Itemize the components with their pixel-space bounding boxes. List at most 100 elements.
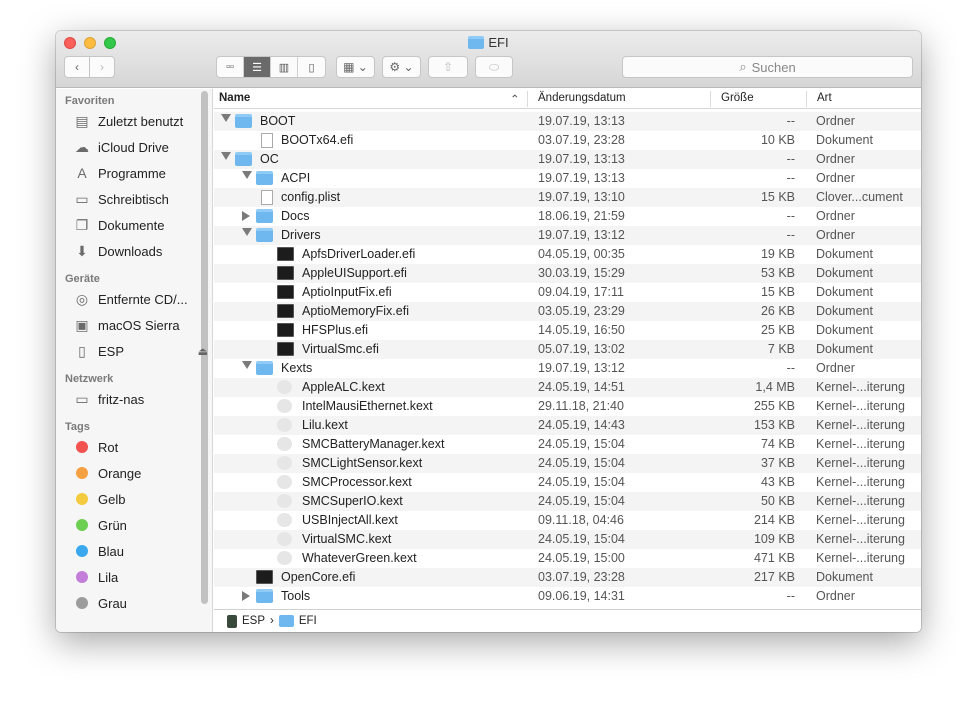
kext-icon — [277, 475, 292, 489]
sidebar-item-label: Programme — [98, 165, 166, 181]
column-date[interactable]: Änderungsdatum — [538, 92, 626, 104]
table-row[interactable]: SMCProcessor.kext 24.05.19, 15:04 43 KB Ker… — [214, 473, 921, 492]
sidebar-item[interactable]: ◎ Entfernte CD/... — [73, 289, 208, 309]
table-row[interactable]: SMCSuperIO.kext 24.05.19, 15:04 50 KB Kerne… — [214, 492, 921, 511]
table-row[interactable]: HFSPlus.efi 14.05.19, 16:50 25 KB Dokument — [214, 321, 921, 340]
list-view-button[interactable]: ☰ — [244, 57, 271, 77]
tag-icon: ⬭ — [488, 59, 500, 74]
file-name: SMCLightSensor.kext — [302, 456, 423, 470]
table-row[interactable]: Kexts 19.07.19, 13:12 -- Ordner — [214, 359, 921, 378]
disclosure-triangle-icon[interactable] — [242, 211, 250, 221]
sidebar-item[interactable]: ▯ ESP ⏏ — [73, 341, 208, 361]
table-row[interactable]: AptioInputFix.efi 09.04.19, 17:11 15 KB Dok… — [214, 283, 921, 302]
table-row[interactable]: AppleALC.kext 24.05.19, 14:51 1,4 MB Kernel… — [214, 378, 921, 397]
file-date: 19.07.19, 13:12 — [538, 361, 625, 375]
disclosure-triangle-icon[interactable] — [221, 114, 231, 122]
sidebar-item[interactable]: Blau — [73, 541, 208, 561]
group-button[interactable]: ▦ ⌄ — [336, 56, 375, 78]
table-row[interactable]: config.plist 19.07.19, 13:10 15 KB Clover..… — [214, 188, 921, 207]
file-name: AppleALC.kext — [302, 380, 385, 394]
eject-icon[interactable]: ⏏ — [198, 345, 208, 358]
sidebar-section-title: Geräte — [65, 273, 100, 285]
search-input[interactable]: ⌕ Suchen — [622, 56, 913, 78]
file-size: -- — [786, 361, 795, 375]
table-row[interactable]: OC 19.07.19, 13:13 -- Ordner — [214, 150, 921, 169]
table-row[interactable]: ApfsDriverLoader.efi 04.05.19, 00:35 19 KB… — [214, 245, 921, 264]
tag-color-icon — [76, 571, 88, 583]
file-size: 7 KB — [767, 342, 795, 356]
file-date: 19.07.19, 13:10 — [538, 190, 625, 204]
column-view-button[interactable]: ▥ — [271, 57, 298, 77]
table-row[interactable]: BOOT 19.07.19, 13:13 -- Ordner — [214, 112, 921, 131]
file-size: 217 KB — [753, 570, 795, 584]
table-row[interactable]: VirtualSmc.efi 05.07.19, 13:02 7 KB Dokumen… — [214, 340, 921, 359]
file-size: -- — [786, 152, 795, 166]
table-row[interactable]: VirtualSMC.kext 24.05.19, 15:04 109 KB Kern… — [214, 530, 921, 549]
executable-icon — [277, 323, 294, 337]
column-name[interactable]: Name — [219, 92, 250, 104]
sidebar-item-label: macOS Sierra — [98, 317, 180, 333]
table-row[interactable]: IntelMausiEthernet.kext 29.11.18, 21:40 25… — [214, 397, 921, 416]
path-item[interactable]: EFI — [299, 615, 317, 627]
table-row[interactable]: SMCLightSensor.kext 24.05.19, 15:04 37 KB K… — [214, 454, 921, 473]
sidebar-item[interactable]: ▣ macOS Sierra — [73, 315, 208, 335]
disclosure-triangle-icon[interactable] — [221, 152, 231, 160]
sidebar-item[interactable]: A Programme — [73, 163, 208, 183]
share-button[interactable]: ⇧ — [428, 56, 468, 78]
tag-button[interactable]: ⬭ — [475, 56, 513, 78]
sidebar-item[interactable]: Grau — [73, 593, 208, 613]
path-separator: › — [270, 615, 274, 627]
sidebar-item[interactable]: Grün — [73, 515, 208, 535]
sidebar-item[interactable]: Rot — [73, 437, 208, 457]
table-row[interactable]: USBInjectAll.kext 09.11.18, 04:46 214 KB Ke… — [214, 511, 921, 530]
table-row[interactable]: Lilu.kext 24.05.19, 14:43 153 KB Kernel-...… — [214, 416, 921, 435]
disclosure-triangle-icon[interactable] — [242, 171, 252, 179]
file-date: 03.05.19, 23:29 — [538, 304, 625, 318]
table-row[interactable]: Tools 09.06.19, 14:31 -- Ordner — [214, 587, 921, 606]
file-date: 19.07.19, 13:13 — [538, 171, 625, 185]
table-row[interactable]: ACPI 19.07.19, 13:13 -- Ordner — [214, 169, 921, 188]
file-date: 09.11.18, 04:46 — [538, 513, 624, 527]
folder-icon — [256, 209, 273, 223]
table-row[interactable]: BOOTx64.efi 03.07.19, 23:28 10 KB Dokument — [214, 131, 921, 150]
sidebar-item[interactable]: ▭ fritz-nas — [73, 389, 208, 409]
table-row[interactable]: OpenCore.efi 03.07.19, 23:28 217 KB Dokumen… — [214, 568, 921, 587]
sidebar-item[interactable]: ❐ Dokumente — [73, 215, 208, 235]
file-size: 1,4 MB — [755, 380, 795, 394]
documents-icon: ❐ — [75, 216, 89, 233]
file-kind: Kernel-...iterung — [816, 399, 905, 413]
sidebar-item[interactable]: Lila — [73, 567, 208, 587]
file-date: 19.07.19, 13:13 — [538, 152, 625, 166]
column-size[interactable]: Größe — [721, 92, 754, 104]
back-button[interactable]: ‹ — [64, 56, 90, 78]
table-row[interactable]: AptioMemoryFix.efi 03.05.19, 23:29 26 KB Do… — [214, 302, 921, 321]
executable-icon — [277, 342, 294, 356]
sidebar-item[interactable]: ▤ Zuletzt benutzt — [73, 111, 208, 131]
table-row[interactable]: SMCBatteryManager.kext 24.05.19, 15:04 74 … — [214, 435, 921, 454]
table-row[interactable]: AppleUISupport.efi 30.03.19, 15:29 53 KB Do… — [214, 264, 921, 283]
coverflow-view-button[interactable]: ▯ — [298, 57, 325, 77]
disclosure-triangle-icon[interactable] — [242, 591, 250, 601]
path-item[interactable]: ESP — [242, 615, 265, 627]
table-row[interactable]: Docs 18.06.19, 21:59 -- Ordner — [214, 207, 921, 226]
sidebar-item-label: ESP — [98, 343, 125, 359]
table-row[interactable]: Drivers 19.07.19, 13:12 -- Ordner — [214, 226, 921, 245]
column-kind[interactable]: Art — [817, 92, 832, 104]
disclosure-triangle-icon[interactable] — [242, 228, 252, 236]
forward-button[interactable]: › — [89, 56, 115, 78]
folder-icon — [256, 171, 273, 185]
table-row[interactable]: WhateverGreen.kext 24.05.19, 15:00 471 KB K… — [214, 549, 921, 568]
kext-icon — [277, 399, 292, 413]
sidebar-item[interactable]: ⬇ Downloads — [73, 241, 208, 261]
cd-icon: ◎ — [75, 290, 89, 307]
sidebar-item[interactable]: ▭ Schreibtisch — [73, 189, 208, 209]
sidebar-item[interactable]: Orange — [73, 463, 208, 483]
icon-view-button[interactable]: ▫▫ — [217, 57, 244, 77]
disclosure-triangle-icon[interactable] — [242, 361, 252, 369]
view-switcher[interactable]: ▫▫ ☰ ▥ ▯ — [216, 56, 326, 78]
file-size: -- — [786, 589, 795, 603]
sidebar-item[interactable]: Gelb — [73, 489, 208, 509]
sidebar-item[interactable]: ☁ iCloud Drive — [73, 137, 208, 157]
folder-icon — [235, 114, 252, 128]
action-button[interactable]: ⚙ ⌄ — [382, 56, 421, 78]
